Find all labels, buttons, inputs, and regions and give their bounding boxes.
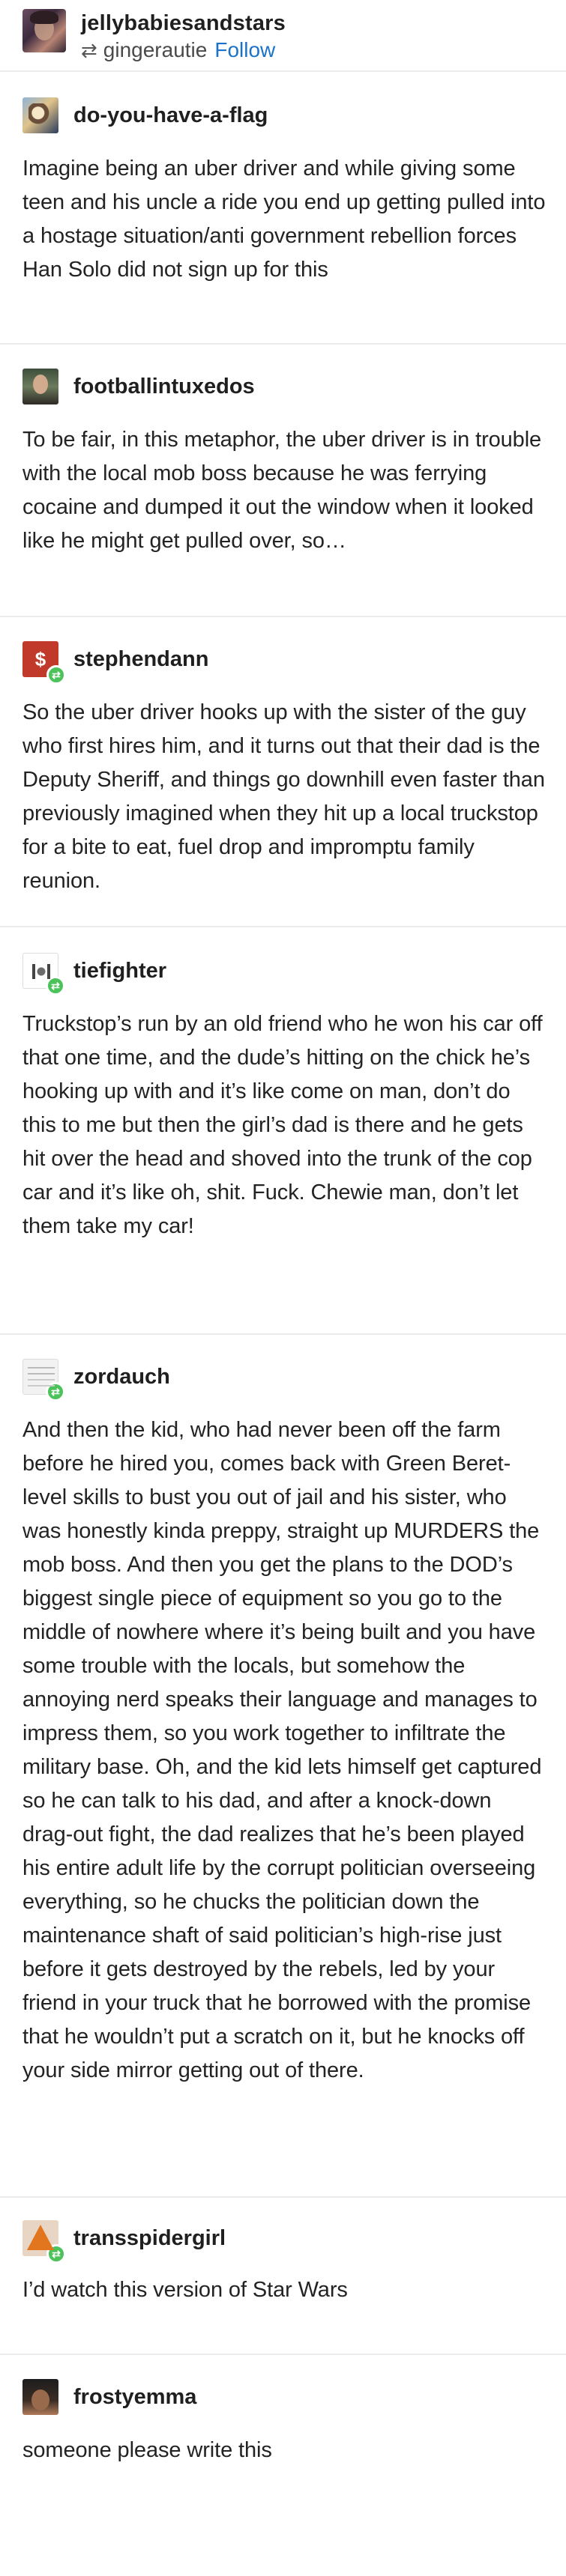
entry-paragraph: Han Solo did not sign up for this <box>22 258 328 282</box>
entry-user-row: footballintuxedos <box>22 369 255 404</box>
entry-body: And then the kid, who had never been off… <box>22 1413 547 2088</box>
entry-user-row: ⇄ transspidergirl <box>22 2220 226 2264</box>
reblog-badge-icon: ⇄ <box>46 976 65 995</box>
entry-username[interactable]: zordauch <box>73 1364 170 1389</box>
entry-paragraph: And then the kid, who had never been off… <box>22 1418 542 2082</box>
entry-username[interactable]: stephendann <box>73 646 208 672</box>
entry-username[interactable]: do-you-have-a-flag <box>73 103 268 128</box>
entry-paragraph: someone please write this <box>22 2438 272 2462</box>
entry-paragraph: So the uber driver hooks up with the sis… <box>22 700 545 893</box>
reblogger-username[interactable]: jellybabiesandstars <box>81 10 286 36</box>
user-avatar[interactable] <box>22 2379 58 2415</box>
reblog-badge-icon: ⇄ <box>46 665 66 685</box>
follow-button[interactable]: Follow <box>214 37 275 63</box>
entry-username[interactable]: frostyemma <box>73 2384 196 2410</box>
reblogger-avatar[interactable] <box>22 9 66 52</box>
entry-body: Imagine being an uber driver and while g… <box>22 152 547 287</box>
entry-user-row: ⇄ zordauch <box>22 1359 170 1401</box>
entry-user-row: do-you-have-a-flag <box>22 97 268 133</box>
reblog-badge-icon: ⇄ <box>46 1382 65 1401</box>
entry-paragraph: To be fair, in this metaphor, the uber d… <box>22 428 542 553</box>
user-avatar[interactable] <box>22 369 58 404</box>
entry-username[interactable]: transspidergirl <box>73 2225 226 2251</box>
user-avatar[interactable]: ⇄ <box>22 2220 66 2264</box>
entry-paragraph: I’d watch this version of Star Wars <box>22 2278 348 2302</box>
reblog-entry: ⇄ stephendann So the uber driver hooks u… <box>0 617 566 927</box>
header-meta: jellybabiesandstars ⇄ gingerautie Follow <box>81 9 286 63</box>
reblog-source-line: ⇄ gingerautie Follow <box>81 37 286 63</box>
tumblr-post: jellybabiesandstars ⇄ gingerautie Follow… <box>0 0 566 2576</box>
entry-username[interactable]: tiefighter <box>73 958 166 984</box>
reblog-entry: frostyemma someone please write this <box>0 2355 566 2574</box>
reblog-source-username[interactable]: gingerautie <box>103 37 208 63</box>
entry-paragraph: Truckstop’s run by an old friend who he … <box>22 1012 543 1238</box>
user-avatar[interactable]: ⇄ <box>22 1359 65 1401</box>
reblog-entry: ⇄ tiefighter Truckstop’s run by an old f… <box>0 927 566 1335</box>
reblog-entry: ⇄ zordauch And then the kid, who had nev… <box>0 1335 566 2198</box>
entry-user-row: frostyemma <box>22 2379 196 2415</box>
entry-user-row: ⇄ tiefighter <box>22 953 166 995</box>
entry-username[interactable]: footballintuxedos <box>73 374 255 399</box>
entry-paragraph: Imagine being an uber driver and while g… <box>22 157 546 248</box>
entry-body: I’d watch this version of Star Wars <box>22 2273 547 2307</box>
user-avatar[interactable]: ⇄ <box>22 641 66 685</box>
reblog-badge-icon: ⇄ <box>46 2244 66 2264</box>
entry-body: To be fair, in this metaphor, the uber d… <box>22 423 547 558</box>
reblog-entry: ⇄ transspidergirl I’d watch this version… <box>0 2198 566 2355</box>
entry-user-row: ⇄ stephendann <box>22 641 208 685</box>
user-avatar[interactable]: ⇄ <box>22 953 65 995</box>
reblog-entry: do-you-have-a-flag Imagine being an uber… <box>0 72 566 345</box>
entry-body: Truckstop’s run by an old friend who he … <box>22 1007 547 1243</box>
post-header: jellybabiesandstars ⇄ gingerautie Follow <box>0 0 566 72</box>
reblog-entry: footballintuxedos To be fair, in this me… <box>0 345 566 617</box>
reblog-icon: ⇄ <box>81 39 97 61</box>
user-avatar[interactable] <box>22 97 58 133</box>
entry-body: someone please write this <box>22 2434 547 2467</box>
entry-body: So the uber driver hooks up with the sis… <box>22 696 547 898</box>
